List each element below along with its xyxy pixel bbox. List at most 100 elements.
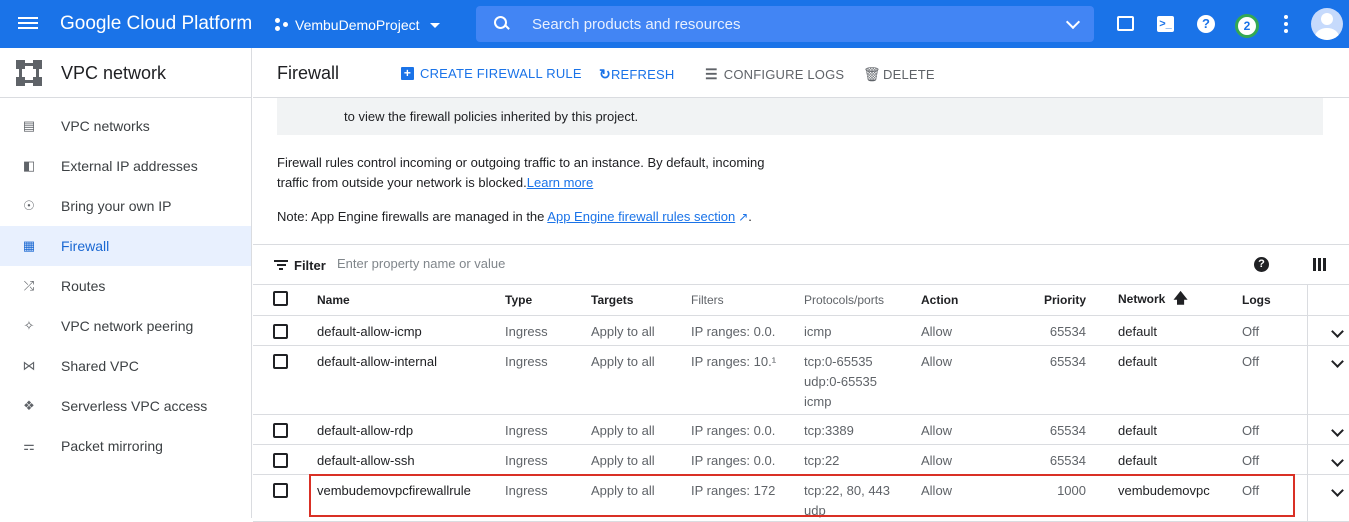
sidebar-item-shared-vpc[interactable]: ⋈ Shared VPC: [0, 346, 251, 386]
column-header-name[interactable]: Name: [317, 285, 505, 316]
project-selector[interactable]: VembuDemoProject: [275, 14, 440, 36]
row-checkbox[interactable]: [273, 323, 288, 339]
cloud-shell-icon[interactable]: >_: [1157, 16, 1174, 32]
note-suffix: .: [748, 209, 752, 224]
table-row[interactable]: vembudemovpcfirewallrule Ingress Apply t…: [253, 474, 1349, 522]
row-checkbox[interactable]: [273, 452, 288, 468]
rule-name[interactable]: vembudemovpcfirewallrule: [317, 474, 505, 522]
sidebar-item-external-ip[interactable]: ◧ External IP addresses: [0, 146, 251, 186]
support-chat-icon[interactable]: [1117, 16, 1134, 31]
rule-logs: Off: [1242, 345, 1307, 415]
avatar[interactable]: [1311, 8, 1343, 40]
rule-name[interactable]: default-allow-icmp: [317, 315, 505, 346]
column-header-action[interactable]: Action: [921, 285, 1007, 316]
sidebar-item-byoip[interactable]: ☉ Bring your own IP: [0, 186, 251, 226]
rule-type: Ingress: [505, 315, 591, 346]
table-row[interactable]: default-allow-internal Ingress Apply to …: [253, 345, 1349, 415]
rule-protocols: tcp:3389: [804, 414, 921, 445]
firewall-description: Firewall rules control incoming or outgo…: [277, 153, 797, 193]
rule-targets: Apply to all: [591, 345, 691, 415]
search-icon: [494, 16, 510, 32]
sidebar-item-vpc-networks[interactable]: ▤ VPC networks: [0, 106, 251, 146]
more-options-icon[interactable]: [1284, 15, 1288, 36]
firewall-icon: ▦: [22, 238, 36, 253]
sidebar-item-label: Bring your own IP: [61, 198, 172, 214]
table-row[interactable]: default-allow-icmp Ingress Apply to all …: [253, 315, 1349, 346]
column-header-targets[interactable]: Targets: [591, 285, 691, 316]
help-icon[interactable]: ?: [1197, 15, 1215, 33]
delete-button[interactable]: 🗑 DELETE: [863, 66, 935, 83]
vpc-network-logo-icon: [16, 60, 42, 86]
select-all-checkbox[interactable]: [273, 290, 288, 306]
project-dots-icon: [275, 18, 289, 32]
configure-logs-label: CONFIGURE LOGS: [723, 67, 845, 82]
expand-row-icon[interactable]: [1330, 453, 1344, 467]
sidebar-item-label: Firewall: [61, 238, 110, 254]
search-bar[interactable]: [476, 6, 1094, 42]
filter-input[interactable]: [337, 256, 637, 271]
sidebar-item-serverless[interactable]: ❖ Serverless VPC access: [0, 386, 251, 426]
column-display-options-icon[interactable]: [1313, 258, 1326, 271]
delete-label: DELETE: [882, 67, 935, 82]
create-firewall-rule-button[interactable]: + CREATE FIREWALL RULE: [401, 66, 582, 81]
rule-network[interactable]: default: [1118, 444, 1242, 475]
expand-row-icon[interactable]: [1330, 324, 1344, 338]
sidebar-header: VPC network: [0, 48, 251, 98]
rule-network[interactable]: vembudemovpc: [1118, 474, 1242, 522]
column-header-network[interactable]: Network 🡅: [1118, 285, 1242, 316]
learn-more-link[interactable]: Learn more: [527, 175, 593, 190]
app-engine-firewall-link[interactable]: App Engine firewall rules section: [547, 209, 735, 224]
banner-text: to view the firewall policies inherited …: [344, 109, 639, 124]
row-checkbox[interactable]: [273, 353, 288, 369]
chevron-down-icon[interactable]: [1065, 14, 1081, 30]
table-row[interactable]: default-allow-ssh Ingress Apply to all I…: [253, 444, 1349, 475]
sidebar-item-routes[interactable]: ⤮ Routes: [0, 266, 251, 306]
rule-network[interactable]: default: [1118, 414, 1242, 445]
rule-name[interactable]: default-allow-internal: [317, 345, 505, 415]
rule-action: Allow: [921, 444, 1007, 475]
rule-priority: 65534: [1007, 414, 1118, 445]
rule-network[interactable]: default: [1118, 345, 1242, 415]
sidebar-item-firewall[interactable]: ▦ Firewall: [0, 226, 251, 266]
rule-logs: Off: [1242, 315, 1307, 346]
trash-icon: 🗑: [863, 66, 881, 82]
sidebar-item-label: External IP addresses: [61, 158, 198, 174]
row-checkbox[interactable]: [273, 422, 288, 438]
rule-targets: Apply to all: [591, 474, 691, 522]
column-header-priority[interactable]: Priority: [1007, 285, 1118, 316]
sidebar-item-peering[interactable]: ✧ VPC network peering: [0, 306, 251, 346]
column-header-logs[interactable]: Logs: [1242, 285, 1307, 316]
brand-title[interactable]: Google Cloud Platform: [60, 13, 252, 35]
protocol-entry: udp:0-65535: [804, 373, 878, 389]
rule-protocols: icmp: [804, 315, 921, 346]
column-header-type[interactable]: Type: [505, 285, 591, 316]
routes-icon: ⤮: [23, 278, 35, 293]
hamburger-menu-icon[interactable]: [18, 14, 38, 34]
rule-protocols: tcp:0-65535 udp:0-65535 icmp: [804, 345, 921, 415]
protocol-entry: tcp:22: [804, 452, 840, 468]
row-checkbox[interactable]: [273, 482, 288, 498]
help-icon[interactable]: ?: [1254, 257, 1269, 272]
protocol-entry: icmp: [804, 323, 832, 339]
rule-targets: Apply to all: [591, 315, 691, 346]
caret-down-icon: [429, 22, 440, 28]
rule-name[interactable]: default-allow-ssh: [317, 444, 505, 475]
table-row[interactable]: default-allow-rdp Ingress Apply to all I…: [253, 414, 1349, 445]
rule-logs: Off: [1242, 444, 1307, 475]
sidebar-title: VPC network: [61, 63, 167, 83]
expand-row-icon[interactable]: [1330, 483, 1344, 497]
rule-action: Allow: [921, 474, 1007, 522]
rule-name[interactable]: default-allow-rdp: [317, 414, 505, 445]
serverless-icon: ❖: [23, 398, 35, 413]
expand-row-icon[interactable]: [1330, 423, 1344, 437]
sidebar-item-packet-mirroring[interactable]: ⚎ Packet mirroring: [0, 426, 251, 466]
refresh-button[interactable]: ↻ REFRESH: [599, 66, 674, 83]
notifications-badge[interactable]: 2: [1235, 14, 1259, 38]
filter-label: Filter: [294, 258, 326, 273]
action-bar: Firewall + CREATE FIREWALL RULE ↻ REFRES…: [253, 48, 1349, 98]
expand-row-icon[interactable]: [1330, 354, 1344, 368]
note-text: Note: App Engine firewalls are managed i…: [277, 209, 548, 224]
search-input[interactable]: [532, 15, 1052, 33]
rule-network[interactable]: default: [1118, 315, 1242, 346]
configure-logs-button[interactable]: ☰ CONFIGURE LOGS: [705, 66, 844, 83]
